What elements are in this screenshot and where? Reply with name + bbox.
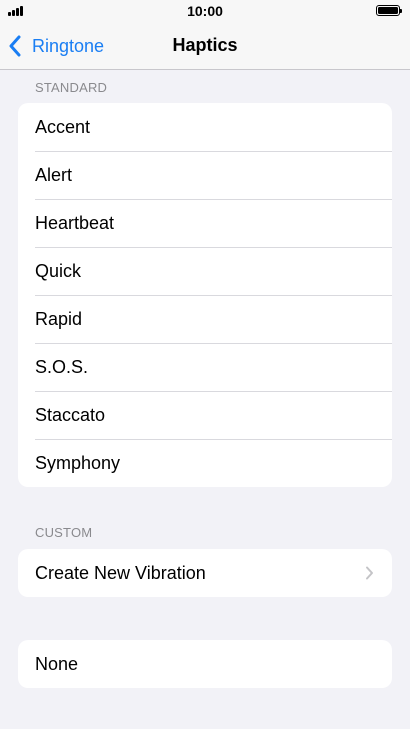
haptic-option-staccato[interactable]: Staccato [18, 391, 392, 439]
haptic-option-sos[interactable]: S.O.S. [18, 343, 392, 391]
none-haptic-list: None [18, 640, 392, 688]
status-bar: 10:00 [0, 0, 410, 22]
battery-full-icon [376, 5, 402, 16]
status-time: 10:00 [187, 3, 223, 19]
haptic-option-label: Symphony [35, 452, 121, 473]
custom-haptics-list: Create New Vibration [18, 549, 392, 597]
haptic-option-label: Accent [35, 116, 91, 137]
section-header-custom: CUSTOM [35, 525, 93, 540]
haptic-option-rapid[interactable]: Rapid [18, 295, 392, 343]
haptic-option-symphony[interactable]: Symphony [18, 439, 392, 487]
create-new-vibration-label: Create New Vibration [35, 562, 206, 583]
haptic-option-label: Alert [35, 164, 73, 185]
haptic-option-label: Staccato [35, 404, 106, 425]
navigation-bar: Ringtone Haptics [0, 22, 410, 70]
haptic-option-quick[interactable]: Quick [18, 247, 392, 295]
haptic-option-label: Rapid [35, 308, 83, 329]
haptic-option-label: Heartbeat [35, 212, 115, 233]
haptic-option-alert[interactable]: Alert [18, 151, 392, 199]
haptic-option-label: None [35, 653, 79, 674]
chevron-right-icon [366, 566, 373, 580]
create-new-vibration-button[interactable]: Create New Vibration [18, 549, 392, 597]
page-title: Haptics [172, 35, 238, 55]
haptic-option-heartbeat[interactable]: Heartbeat [18, 199, 392, 247]
section-header-standard: STANDARD [35, 80, 108, 95]
haptic-option-none[interactable]: None [18, 640, 392, 688]
haptic-option-label: S.O.S. [35, 356, 89, 377]
haptic-option-label: Quick [35, 260, 82, 281]
standard-haptics-list: Accent Alert Heartbeat Quick Rapid S.O.S… [18, 103, 392, 487]
haptic-option-accent[interactable]: Accent [18, 103, 392, 151]
